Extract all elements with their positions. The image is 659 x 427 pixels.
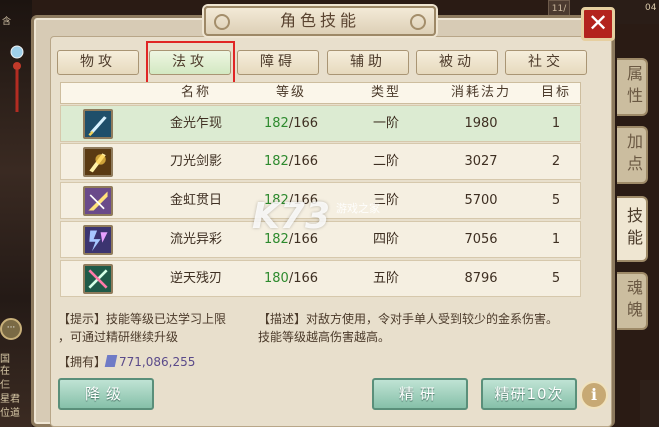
header-mana: 消耗法力 [450, 85, 511, 100]
background-side-text: 仨 [0, 380, 10, 391]
skill-mana: 8796 [464, 271, 498, 286]
owned-resource: 【拥有】 771,086,255 [58, 353, 195, 371]
info-icon[interactable]: i [580, 381, 608, 409]
tab-skills[interactable]: 技能 [617, 196, 648, 262]
spirit-stone-icon [104, 355, 118, 367]
tab-physical-attack[interactable]: 物攻 [57, 50, 139, 75]
close-button[interactable]: ✕ [581, 7, 615, 41]
background-number: 04 [645, 3, 657, 13]
owned-value: 771,086,255 [119, 355, 196, 369]
skill-name: 流光异彩 [169, 232, 222, 247]
description-line: 【描述】对敌方使用，令对手单人受到较少的金系伤害。 [258, 312, 559, 326]
skill-target: 5 [551, 271, 561, 286]
crossed-blades-icon [83, 264, 113, 294]
tassel-ornament-icon [10, 45, 24, 112]
skill-type: 二阶 [372, 154, 399, 169]
skill-target: 5 [551, 193, 561, 208]
skill-name: 金虹贯日 [169, 193, 222, 208]
owned-label: 【拥有】 [58, 355, 107, 369]
skill-mana: 3027 [464, 154, 498, 169]
window-title: 角色技能 [204, 6, 436, 36]
description-line: 技能等级越高伤害越高。 [258, 330, 391, 344]
sun-beam-icon [83, 186, 113, 216]
sword-icon [83, 109, 113, 139]
skill-mana: 1980 [464, 116, 498, 131]
downgrade-button[interactable]: 降级 [58, 378, 154, 410]
background-bottom-right [640, 380, 659, 427]
tab-support[interactable]: 辅助 [327, 50, 409, 75]
skill-mana: 5700 [464, 193, 498, 208]
tip-line: ，可通过精研继续升级 [58, 330, 179, 344]
skill-name: 刀光剑影 [169, 154, 222, 169]
skill-level: 182/166 [263, 116, 319, 131]
skill-target: 2 [551, 154, 561, 169]
header-target: 目标 [540, 85, 571, 100]
background-side-text: 星君 [0, 394, 20, 405]
background-side-text: 在 [0, 366, 10, 377]
tab-points[interactable]: 加点 [617, 126, 648, 184]
watermark-logo: K73 [252, 196, 330, 237]
blade-icon [83, 147, 113, 177]
skill-level: 180/166 [263, 271, 319, 286]
selection-highlight [146, 41, 235, 85]
skill-name: 金光乍现 [169, 116, 222, 131]
skill-target: 1 [551, 116, 561, 131]
skill-target: 1 [551, 232, 561, 247]
background-side-text: 位道 [0, 408, 20, 419]
table-row[interactable]: 逆天残刃 180/166 五阶 8796 5 [60, 260, 581, 297]
skill-mana: 7056 [464, 232, 498, 247]
refine-10x-button[interactable]: 精研10次 [481, 378, 577, 410]
background-text: 含 [2, 17, 12, 27]
tab-obstruct[interactable]: 障碍 [237, 50, 319, 75]
tab-attributes[interactable]: 属性 [617, 58, 648, 116]
skill-type: 五阶 [372, 271, 399, 286]
skill-type: 一阶 [372, 116, 399, 131]
header-type: 类型 [370, 85, 401, 100]
skill-type: 四阶 [372, 232, 399, 247]
chat-bubble-icon[interactable]: ··· [0, 318, 22, 340]
description-text: 【描述】对敌方使用，令对手单人受到较少的金系伤害。 技能等级越高伤害越高。 [258, 310, 588, 346]
skill-level: 182/166 [263, 154, 319, 169]
tip-text: 【提示】技能等级已达学习上限 ，可通过精研继续升级 [58, 310, 268, 346]
tab-soul[interactable]: 魂魄 [617, 272, 648, 330]
header-level: 等级 [275, 85, 306, 100]
skill-name: 逆天残刃 [169, 271, 222, 286]
watermark-subtext: 游戏之家 [336, 202, 380, 215]
background-chip: 11/ [548, 0, 570, 16]
tab-social[interactable]: 社交 [505, 50, 587, 75]
table-row[interactable]: 刀光剑影 182/166 二阶 3027 2 [60, 143, 581, 180]
tip-line: 【提示】技能等级已达学习上限 [58, 312, 227, 326]
refine-button[interactable]: 精研 [372, 378, 468, 410]
lightning-icon [83, 225, 113, 255]
skills-table-header: 名称 等级 类型 消耗法力 目标 [60, 82, 581, 104]
table-row[interactable]: 金光乍现 182/166 一阶 1980 1 [60, 105, 581, 142]
header-name: 名称 [180, 85, 211, 100]
tab-passive[interactable]: 被动 [416, 50, 498, 75]
